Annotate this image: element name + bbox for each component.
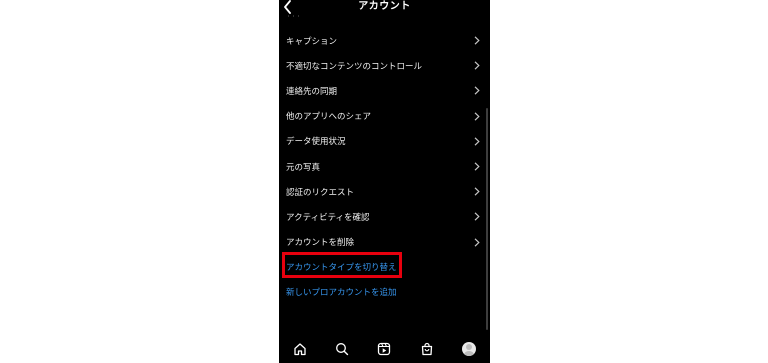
shop-tab[interactable] [418,340,436,358]
menu-item-label: 新しいプロアカウントを追加 [286,288,397,299]
settings-list: キャプション 不適切なコンテンツのコントロール 連絡先の同期 他のアプリへのシェ… [279,28,490,305]
chevron-right-icon [474,61,480,70]
faded-scrolled-label: ・・・ [286,14,302,20]
menu-item-data-usage[interactable]: データ使用状況 [279,129,490,154]
chevron-right-icon [474,187,480,196]
menu-item-label: 他のアプリへのシェア [286,112,372,123]
home-icon [294,343,306,356]
menu-item-request-verification[interactable]: 認証のリクエスト [279,179,490,204]
switch-account-type-link[interactable]: アカウントタイプを切り替え [279,251,490,280]
menu-item-label: 不適切なコンテンツのコントロール [286,61,423,72]
search-icon [336,343,349,356]
top-nav-bar: アカウント [279,0,490,14]
menu-item-review-activity[interactable]: アクティビティを確認 [279,204,490,229]
shop-icon [421,342,432,356]
chevron-right-icon [474,86,480,96]
add-new-professional-account-link[interactable]: 新しいプロアカウントを追加 [279,280,490,305]
chevron-right-icon [474,162,480,171]
chevron-right-icon [474,137,480,146]
chevron-right-icon [474,237,480,247]
profile-tab[interactable] [460,340,478,358]
red-highlight-box [282,251,402,278]
home-tab[interactable] [291,340,309,358]
profile-avatar [461,342,476,356]
reels-icon [378,342,391,356]
menu-item-label: 連絡先の同期 [286,86,338,97]
back-chevron-icon[interactable] [282,0,294,14]
reels-tab[interactable] [375,340,393,358]
menu-item-share-to-other-apps[interactable]: 他のアプリへのシェア [279,104,490,129]
menu-item-label: アカウントを削除 [286,238,355,249]
search-tab[interactable] [333,340,351,358]
page-title: アカウント [358,1,411,12]
bottom-tab-bar [279,335,490,363]
menu-item-label: キャプション [286,36,338,47]
phone-screen: アカウント ・・・ キャプション 不適切なコンテンツのコントロール 連絡先の同期… [279,0,490,363]
menu-item-sensitive-content-control[interactable]: 不適切なコンテンツのコントロール [279,53,490,78]
menu-item-label: データ使用状況 [286,137,346,148]
menu-item-label: 認証のリクエスト [286,187,355,198]
chevron-right-icon [474,212,480,221]
menu-item-label: 元の写真 [286,162,321,173]
menu-item-caption[interactable]: キャプション [279,28,490,53]
chevron-right-icon [474,36,480,45]
scrollbar[interactable] [486,108,488,330]
menu-item-contact-sync[interactable]: 連絡先の同期 [279,78,490,103]
menu-item-label: アクティビティを確認 [286,212,370,223]
menu-item-original-photos[interactable]: 元の写真 [279,154,490,179]
chevron-right-icon [474,111,480,121]
